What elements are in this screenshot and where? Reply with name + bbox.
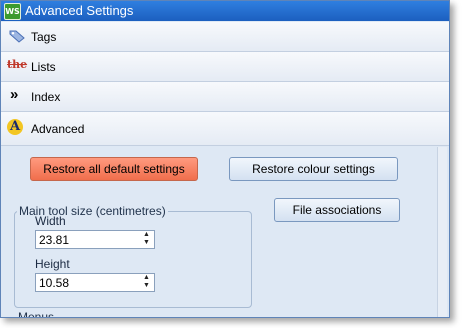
height-stepper[interactable]: 10.58 ▲ ▼: [35, 273, 155, 292]
advanced-panel: Restore all default settings Restore col…: [1, 146, 449, 317]
the-list-icon: the: [7, 58, 28, 71]
section-lists[interactable]: the Lists: [1, 52, 449, 82]
chevron-down-icon[interactable]: ▼: [141, 282, 152, 290]
chevron-down-icon[interactable]: ▼: [141, 239, 152, 247]
menus-group-title: Menus: [18, 310, 55, 318]
section-index-label: Index: [31, 90, 61, 104]
double-chevron-right-icon: »: [10, 86, 19, 103]
section-lists-label: Lists: [31, 60, 56, 74]
section-advanced-label: Advanced: [31, 122, 85, 136]
advanced-settings-window: WS Advanced Settings Tags the Lists » In…: [0, 0, 450, 318]
app-icon: WS: [4, 3, 21, 20]
section-tags[interactable]: Tags: [1, 22, 449, 52]
width-label: Width: [35, 214, 66, 228]
restore-colour-settings-button[interactable]: Restore colour settings: [229, 157, 398, 181]
window-title: Advanced Settings: [25, 3, 134, 18]
height-value: 10.58: [39, 276, 70, 290]
chevron-up-icon[interactable]: ▲: [141, 231, 152, 239]
height-label: Height: [35, 257, 70, 271]
restore-default-settings-button[interactable]: Restore all default settings: [30, 157, 198, 181]
tag-icon: [9, 30, 25, 43]
section-index[interactable]: » Index: [1, 82, 449, 112]
letter-a-icon: A: [7, 119, 23, 135]
chevron-up-icon[interactable]: ▲: [141, 274, 152, 282]
height-stepper-arrows[interactable]: ▲ ▼: [141, 274, 152, 291]
section-advanced[interactable]: A Advanced: [1, 112, 449, 146]
width-stepper-arrows[interactable]: ▲ ▼: [141, 231, 152, 248]
scrollbar[interactable]: [437, 147, 447, 317]
section-tags-label: Tags: [31, 30, 57, 44]
title-bar[interactable]: WS Advanced Settings: [1, 1, 449, 21]
file-associations-button[interactable]: File associations: [274, 198, 400, 222]
width-value: 23.81: [39, 233, 70, 247]
width-stepper[interactable]: 23.81 ▲ ▼: [35, 230, 155, 249]
